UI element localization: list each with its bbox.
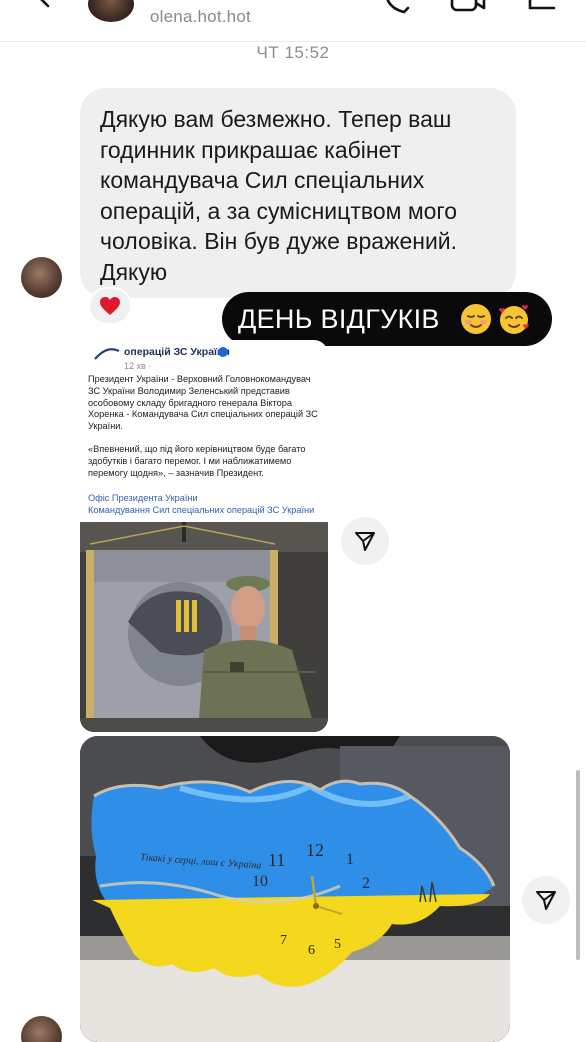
back-arrow-icon[interactable]	[28, 0, 54, 16]
post-tag-link[interactable]: Командування Сил спеціальних операцій ЗС…	[88, 505, 314, 515]
story-label: ДЕНЬ ВІДГУКІВ	[222, 292, 552, 346]
chat-header: olena.hot.hot	[0, 0, 586, 42]
message-line: годинник прикрашає кабінет	[100, 136, 402, 163]
smiling-face-with-hearts-icon	[499, 305, 529, 334]
label-text: ДЕНЬ ВІДГУКІВ	[238, 304, 440, 334]
share-button[interactable]	[341, 517, 389, 565]
message-timestamp: ЧТ 15:52	[256, 43, 330, 62]
message-line: Дякую	[100, 258, 168, 285]
clock-number: 7	[280, 933, 287, 948]
message-line: операцій, а за сумісництвом мого	[100, 197, 458, 224]
phone-icon[interactable]	[382, 0, 412, 18]
message-line: чоловіка. Він був дуже вражений.	[100, 228, 458, 254]
message-line: командувача Сил спеціальних	[100, 167, 425, 193]
heart-reaction[interactable]	[88, 287, 132, 325]
clock-number: 12	[306, 840, 324, 860]
post-header: операцій ЗС України 12 хв ·	[88, 345, 324, 375]
ssO-logo-icon	[94, 348, 120, 360]
message-line: Дякую вам безмежно. Тепер ваш	[100, 106, 452, 132]
post-body-text: Президент України - Верховний Головноком…	[88, 374, 318, 432]
shared-post[interactable]: операцій ЗС України 12 хв · Президент Ук…	[80, 340, 328, 732]
clock-number: 5	[334, 937, 341, 952]
sender-avatar[interactable]	[21, 257, 62, 298]
verified-badge-icon	[218, 347, 228, 357]
scrollbar[interactable]	[576, 770, 580, 960]
post-account-name: операцій ЗС України	[124, 346, 230, 358]
clock-number: 2	[362, 875, 370, 892]
username[interactable]: olena.hot.hot	[150, 7, 251, 27]
clock-number: 6	[308, 943, 315, 958]
message-text: Дякую вам безмежно. Тепер ваш годинник п…	[100, 104, 496, 287]
post-date: 12 хв ·	[124, 361, 152, 371]
info-icon[interactable]	[528, 0, 558, 16]
post-quote-text: «Впевнений, що під його керівництвом буд…	[88, 444, 306, 478]
relieved-face-icon	[461, 304, 491, 334]
paper-plane-icon	[355, 532, 375, 551]
video-camera-icon[interactable]	[450, 0, 486, 16]
share-button[interactable]	[522, 876, 570, 924]
clock-number: 11	[268, 850, 285, 870]
officer-with-flag-image	[80, 522, 328, 732]
post-tag-link[interactable]: Офіс Президента України	[88, 493, 198, 503]
heart-icon	[100, 297, 120, 315]
clock-photo[interactable]: Тікакі у серці, лиш с Україна 11 12 1 2 …	[80, 736, 510, 1042]
clock-number: 1	[346, 851, 354, 868]
paper-plane-icon	[536, 891, 556, 910]
post-photo[interactable]	[80, 522, 328, 732]
message-bubble[interactable]: Дякую вам безмежно. Тепер ваш годинник п…	[80, 88, 516, 298]
ukraine-map-clock-image: Тікакі у серці, лиш с Україна 11 12 1 2 …	[80, 736, 510, 1042]
clock-number: 10	[252, 873, 268, 890]
sender-avatar[interactable]	[21, 1016, 62, 1042]
avatar[interactable]	[88, 0, 134, 22]
